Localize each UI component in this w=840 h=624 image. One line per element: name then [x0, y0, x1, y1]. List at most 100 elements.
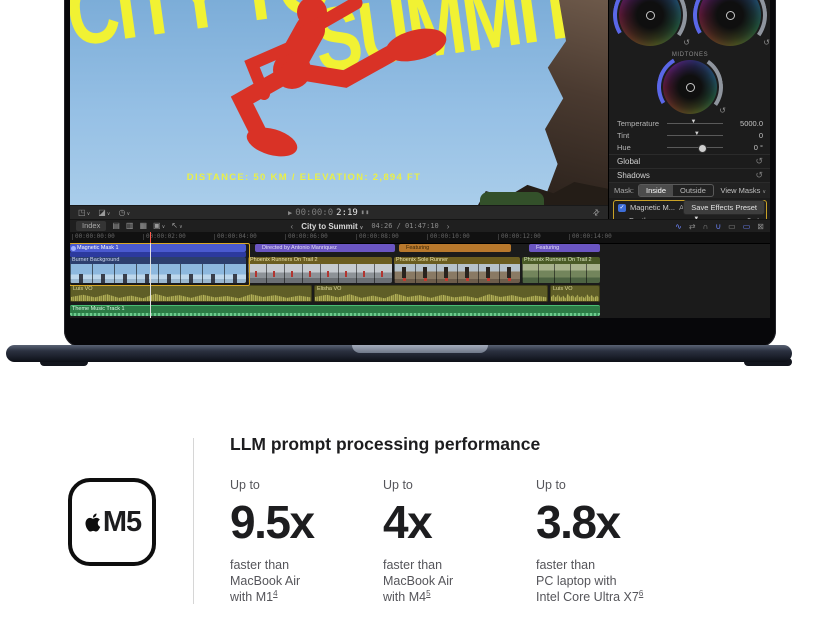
video-clip-label: Phoenix Sole Runner [394, 257, 520, 264]
tint-row: Tint ▼ 0 [617, 129, 763, 141]
save-effects-preset-button[interactable]: Save Effects Preset [683, 200, 765, 215]
reset-icon[interactable]: ↺ [763, 38, 770, 47]
audio-waveform [71, 292, 311, 301]
video-clip[interactable]: Phoenix Runners On Trail 2 [248, 257, 392, 283]
tint-slider[interactable]: ▼ [667, 135, 723, 136]
clip-appearance-icon-1[interactable]: ▤ [112, 222, 120, 230]
audio-skimming-icon[interactable]: ⇄ [689, 222, 696, 231]
mask-outside-button[interactable]: Outside [673, 185, 713, 196]
next-project-icon[interactable]: › [447, 222, 450, 231]
timecode-dim: 00:00:0 [295, 208, 333, 218]
ruler-tick: 00:00:06:00 [285, 234, 328, 240]
select-tool-icon[interactable]: ↖∨ [171, 222, 182, 230]
distance-elevation-overlay: DISTANCE: 50 KM / ELEVATION: 2,894 FT [70, 172, 538, 183]
temperature-value[interactable]: 5000.0 [733, 119, 763, 128]
footnote-link[interactable]: 5 [426, 589, 430, 598]
playhead[interactable] [150, 243, 151, 318]
global-section[interactable]: Global ↺ [609, 154, 770, 168]
macbook-air: CITY TO SUMMIT [0, 0, 840, 380]
stat-column-2: Up to 4x faster than MacBook Air with M4… [383, 478, 536, 605]
footnote-link[interactable]: 6 [639, 589, 643, 598]
mask-clip-icon [71, 246, 76, 251]
ruler-tick: 00:00:10:00 [427, 234, 470, 240]
retime-icon[interactable]: ◷∨ [118, 209, 130, 217]
midtones-color-wheel[interactable]: ↺ [663, 60, 717, 114]
video-clip[interactable]: Phoenix Runners On Trail 2 [522, 257, 600, 283]
skimming-icon[interactable]: ∿ [675, 222, 682, 231]
timeline-tracks: Magnetic Mask 1 Directed by Antonio Manri… [70, 243, 770, 318]
hue-value[interactable]: 0 ° [733, 143, 763, 152]
video-clip-filmstrip [248, 264, 392, 283]
temperature-slider[interactable]: ▼ [667, 123, 723, 124]
m5-chip-badge: M5 [68, 478, 156, 566]
snapping-icon[interactable]: ∪ [715, 222, 721, 231]
stat-column-3: Up to 3.8x faster than PC laptop with In… [536, 478, 689, 605]
audio-clip-label: Elisha VO [315, 286, 547, 293]
lock-icon[interactable]: ▣∨ [153, 222, 165, 230]
stat-column-1: Up to 9.5x faster than MacBook Air with … [230, 478, 383, 605]
video-clip-label: Phoenix Runners On Trail 2 [522, 257, 600, 264]
view-masks-menu[interactable]: View Masks∨ [720, 186, 766, 195]
reset-icon[interactable]: ↺ [755, 156, 763, 167]
playhead-ruler[interactable] [150, 232, 151, 243]
index-button[interactable]: Index [76, 221, 106, 231]
stat-description: faster than PC laptop with Intel Core Ul… [536, 557, 689, 605]
footnote-link[interactable]: 4 [273, 589, 277, 598]
final-cut-pro-window: CITY TO SUMMIT [70, 0, 770, 318]
tint-value[interactable]: 0 [733, 131, 763, 140]
ruler-tick: 00:00:12:00 [498, 234, 541, 240]
video-clip-label: Phoenix Runners On Trail 2 [248, 257, 392, 264]
stat-upto: Up to [383, 478, 536, 492]
hue-row: Hue 0 ° [617, 141, 763, 153]
mask-inside-button[interactable]: Inside [639, 185, 673, 196]
clip-menu-icon[interactable]: ◳∨ [78, 209, 90, 217]
monitor-icon[interactable]: ▭ [743, 222, 751, 231]
section-divider [193, 438, 194, 604]
play-icon[interactable]: ▶ [288, 209, 292, 217]
reset-icon[interactable]: ↺ [755, 170, 763, 181]
audio-clip[interactable]: Luis VO [70, 285, 312, 302]
video-clip-label: Burner Background [70, 257, 246, 264]
title-clip[interactable]: Featuring [399, 244, 511, 252]
project-navigator: ‹ City to Summit∨ 04:26 / 01:47:10 › [220, 222, 520, 231]
timeline: 00:00:00:0000:00:02:0000:00:04:0000:00:0… [70, 232, 770, 318]
timecode-bright: 2:19 [336, 208, 358, 218]
title-clip[interactable]: Magnetic Mask 1 [70, 244, 246, 252]
title-clip[interactable]: Featuring [529, 244, 600, 252]
ruler-tick: 00:00:14:00 [569, 234, 612, 240]
ruler-tick: 00:00:04:00 [214, 234, 257, 240]
clip-appearance-icon-3[interactable]: ▦ [139, 222, 147, 230]
timeline-index-icon[interactable]: ⊠ [757, 222, 764, 231]
shadows-section[interactable]: Shadows ↺ [609, 168, 770, 182]
project-name-menu[interactable]: City to Summit∨ [301, 222, 363, 231]
video-clip[interactable]: Burner Background [70, 257, 246, 283]
laptop-screen: CITY TO SUMMIT [64, 0, 776, 347]
stat-description: faster than MacBook Air with M45 [383, 557, 536, 605]
prev-project-icon[interactable]: ‹ [291, 222, 294, 231]
mask-name[interactable]: Magnetic M... [630, 203, 675, 212]
apple-logo-icon [83, 511, 102, 534]
mask-label: Mask: [614, 186, 634, 195]
audio-clip[interactable]: Elisha VO [314, 285, 548, 302]
audio-waveform [551, 292, 599, 301]
highlights-color-wheel[interactable]: ↺ [699, 0, 761, 46]
clip-appearance-icon-2[interactable]: ▥ [126, 222, 134, 230]
bush [480, 192, 544, 205]
title-clip[interactable]: Directed by Antonio Manriquez [255, 244, 395, 252]
stat-upto: Up to [536, 478, 689, 492]
audio-clip[interactable]: Luis VO [550, 285, 600, 302]
reset-icon[interactable]: ↺ [719, 106, 726, 115]
audio-clip-label: Luis VO [71, 286, 311, 293]
video-clip[interactable]: Phoenix Sole Runner [394, 257, 520, 283]
hue-dial[interactable] [667, 147, 723, 148]
solo-icon[interactable]: ∩ [703, 222, 709, 231]
timeline-appearance-icon[interactable]: ▭ [728, 222, 736, 231]
expand-icon[interactable]: ⇄ [591, 207, 602, 218]
reset-icon[interactable]: ↺ [683, 38, 690, 47]
mask-enabled-checkbox[interactable]: ✓ [618, 204, 626, 212]
audio-waveform [315, 292, 547, 301]
tools-icon[interactable]: ◪∨ [98, 209, 110, 217]
shadows-color-wheel[interactable]: ↺ [619, 0, 681, 46]
chip-name: M5 [103, 506, 141, 539]
stat-description: faster than MacBook Air with M14 [230, 557, 383, 605]
